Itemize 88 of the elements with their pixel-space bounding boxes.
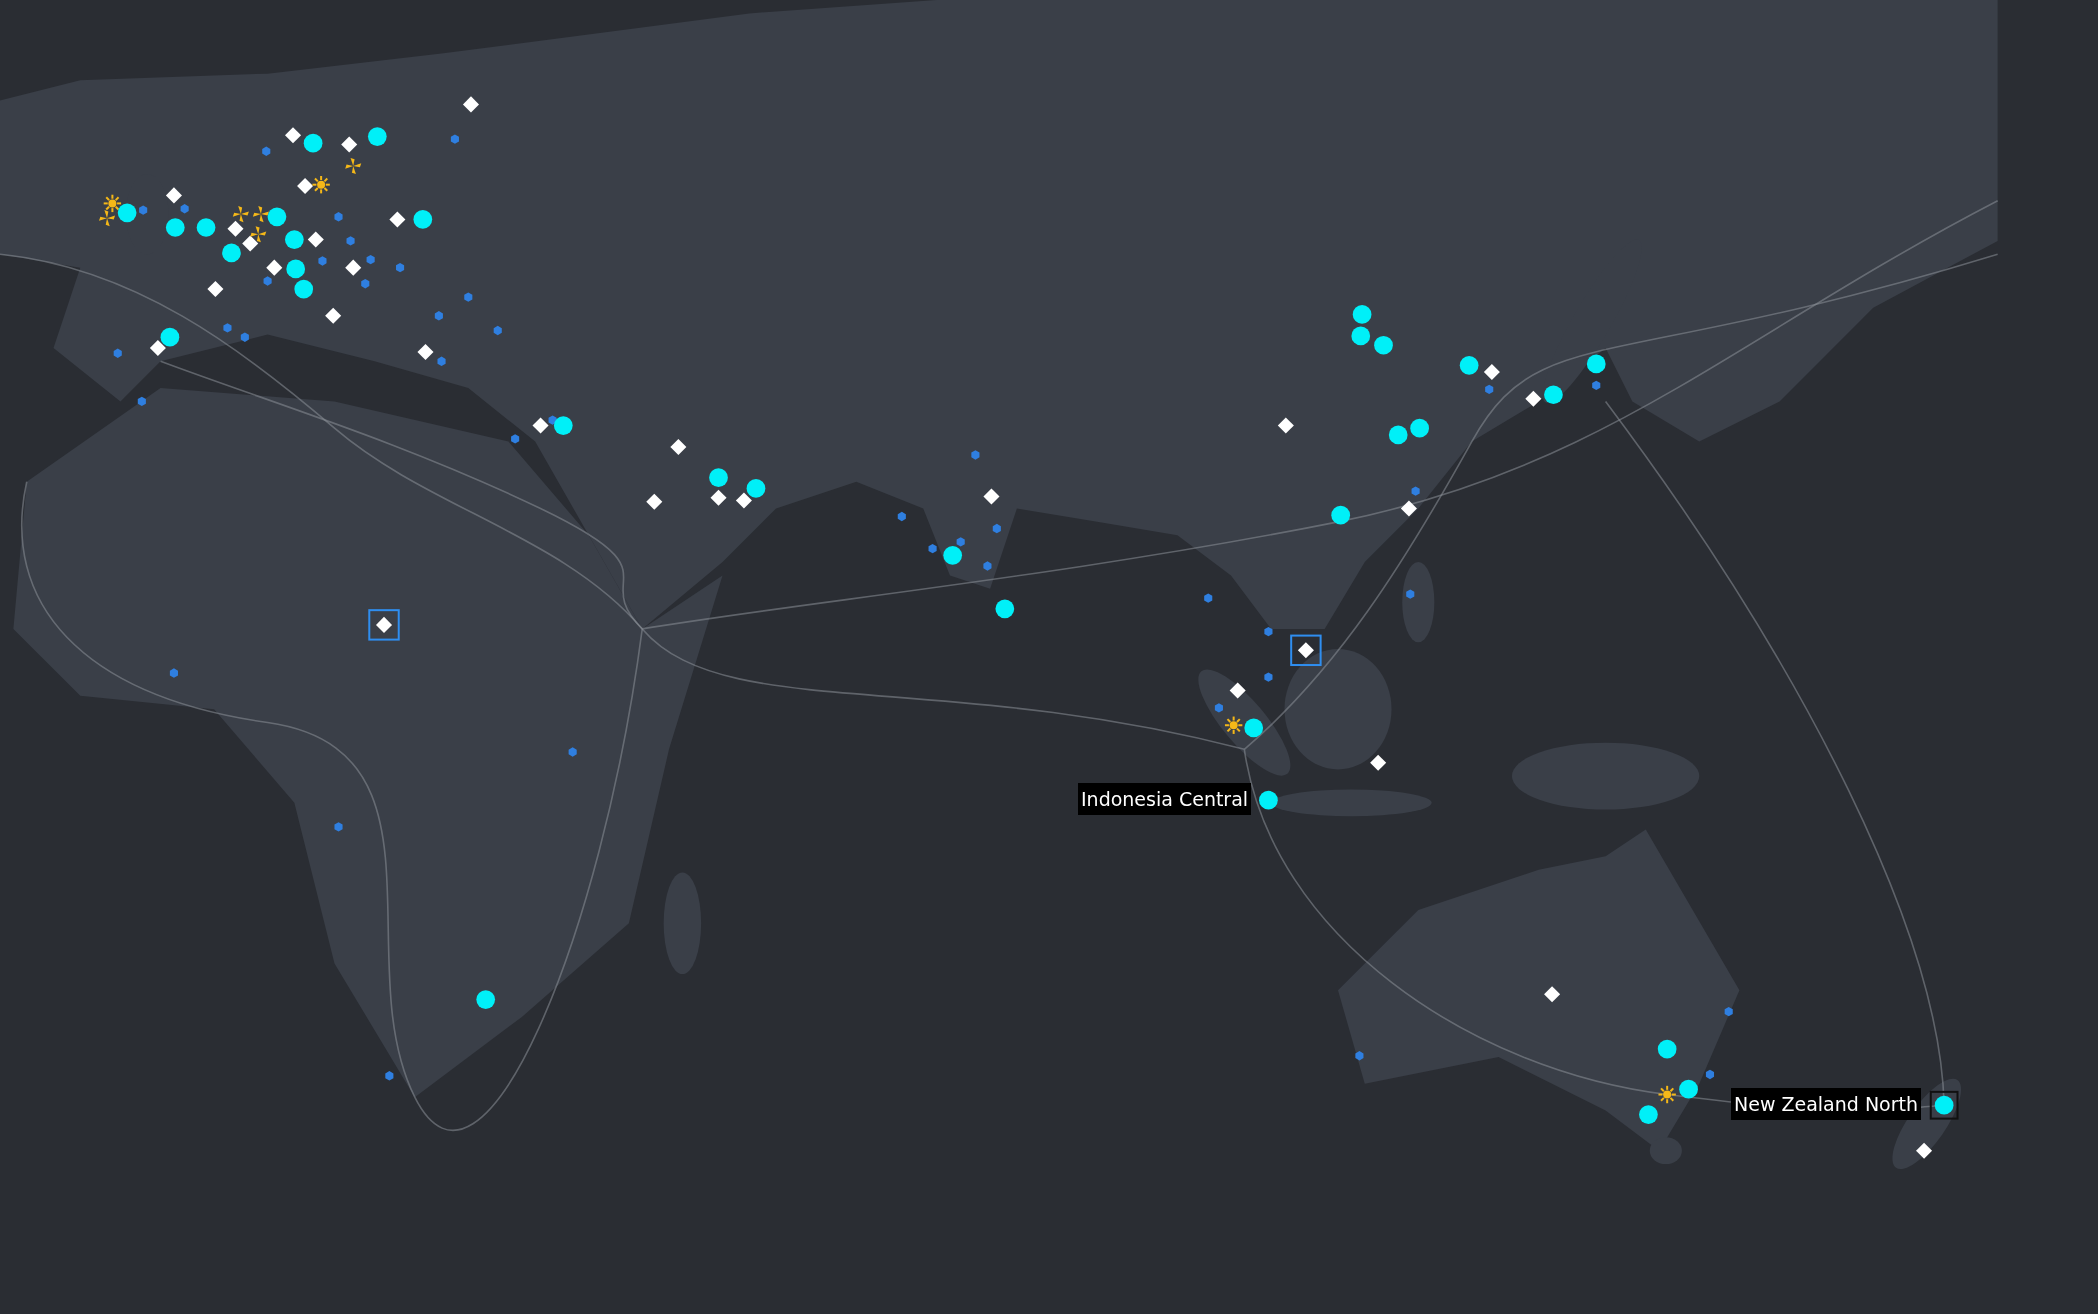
- diamond-icon[interactable]: [462, 96, 479, 113]
- sun-icon[interactable]: [1224, 716, 1243, 734]
- region-label: New Zealand North: [1731, 1088, 1922, 1120]
- region-marker-icon[interactable]: [1259, 790, 1278, 810]
- region-marker-icon[interactable]: [285, 230, 304, 249]
- hexagon-icon[interactable]: [897, 511, 906, 522]
- diamond-icon[interactable]: [532, 417, 549, 434]
- region-marker-icon[interactable]: [1586, 354, 1606, 374]
- region-marker-icon[interactable]: [1388, 425, 1408, 445]
- region-marker-icon[interactable]: [303, 133, 323, 153]
- hexagon-icon[interactable]: [1264, 672, 1273, 682]
- fan-icon[interactable]: [345, 157, 362, 174]
- sun-icon[interactable]: [312, 176, 330, 194]
- region-marker-icon[interactable]: [196, 218, 216, 237]
- sun-icon[interactable]: [103, 194, 122, 213]
- selection-frame[interactable]: [368, 609, 400, 641]
- region-marker-icon[interactable]: [943, 545, 963, 565]
- fan-icon[interactable]: [250, 226, 267, 243]
- region-marker-icon[interactable]: [709, 468, 728, 488]
- region-marker-icon[interactable]: [1374, 335, 1393, 355]
- selection-frame[interactable]: [1290, 634, 1322, 667]
- diamond-icon[interactable]: [227, 220, 244, 237]
- region-marker-icon[interactable]: [222, 243, 241, 263]
- region-marker-icon[interactable]: [1639, 1105, 1658, 1124]
- region-marker-icon[interactable]: [367, 127, 387, 146]
- fan-icon[interactable]: [99, 210, 116, 227]
- diamond-icon[interactable]: [710, 489, 727, 506]
- diamond-icon[interactable]: [389, 211, 406, 228]
- diamond-icon[interactable]: [983, 488, 1000, 505]
- diamond-icon[interactable]: [1483, 364, 1500, 381]
- diamond-icon[interactable]: [1229, 682, 1246, 699]
- diamond-icon[interactable]: [242, 235, 259, 252]
- region-marker-icon[interactable]: [995, 599, 1015, 619]
- region-label: Indonesia Central: [1078, 783, 1252, 815]
- region-marker-icon[interactable]: [553, 416, 573, 435]
- region-marker-icon[interactable]: [1331, 505, 1351, 525]
- hexagon-icon[interactable]: [385, 1071, 394, 1081]
- hexagon-icon[interactable]: [928, 543, 937, 554]
- diamond-icon[interactable]: [1525, 390, 1542, 407]
- hexagon-icon[interactable]: [137, 396, 146, 407]
- diamond-icon[interactable]: [417, 343, 434, 360]
- region-marker-icon[interactable]: [165, 218, 185, 237]
- diamond-icon[interactable]: [1277, 417, 1294, 434]
- diamond-icon[interactable]: [670, 438, 687, 455]
- region-marker-icon[interactable]: [1679, 1079, 1698, 1099]
- diamond-icon[interactable]: [149, 339, 166, 356]
- diamond-icon[interactable]: [165, 187, 182, 204]
- region-marker-icon[interactable]: [476, 990, 496, 1009]
- diamond-icon[interactable]: [1544, 986, 1561, 1003]
- diamond-icon[interactable]: [297, 178, 314, 195]
- region-marker-icon[interactable]: [1351, 326, 1371, 346]
- hexagon-icon[interactable]: [1204, 593, 1213, 603]
- region-marker-icon[interactable]: [413, 210, 433, 229]
- region-marker-icon[interactable]: [267, 207, 287, 227]
- diamond-icon[interactable]: [207, 281, 224, 298]
- diamond-icon[interactable]: [1400, 500, 1417, 517]
- region-marker-icon[interactable]: [1657, 1039, 1677, 1059]
- sun-icon[interactable]: [1658, 1085, 1676, 1104]
- region-marker-icon[interactable]: [117, 203, 137, 223]
- region-marker-icon[interactable]: [286, 259, 306, 279]
- diamond-icon[interactable]: [735, 492, 752, 509]
- region-marker-icon[interactable]: [746, 479, 766, 498]
- diamond-icon[interactable]: [266, 259, 283, 276]
- hexagon-icon[interactable]: [1705, 1069, 1715, 1080]
- fan-icon[interactable]: [252, 206, 269, 223]
- diamond-icon[interactable]: [307, 231, 324, 248]
- diamond-icon[interactable]: [1370, 754, 1387, 771]
- diamond-icon[interactable]: [285, 127, 302, 144]
- diamond-icon[interactable]: [345, 259, 362, 276]
- hexagon-icon[interactable]: [1724, 1006, 1733, 1017]
- diamond-icon[interactable]: [341, 136, 358, 153]
- hexagon-icon[interactable]: [511, 434, 520, 444]
- region-marker-icon[interactable]: [1352, 305, 1372, 324]
- region-marker-icon[interactable]: [160, 327, 180, 347]
- hexagon-icon[interactable]: [1592, 380, 1601, 391]
- region-marker-icon[interactable]: [294, 279, 314, 299]
- diamond-icon[interactable]: [376, 616, 393, 633]
- fan-icon[interactable]: [232, 206, 249, 223]
- region-marker-icon[interactable]: [1410, 418, 1429, 438]
- diamond-icon[interactable]: [646, 493, 663, 510]
- region-marker-icon[interactable]: [1244, 718, 1264, 738]
- region-marker-icon[interactable]: [1459, 355, 1479, 375]
- diamond-icon[interactable]: [1297, 642, 1314, 659]
- diamond-icon[interactable]: [325, 307, 342, 324]
- region-marker-icon[interactable]: [1544, 385, 1563, 405]
- hexagon-icon[interactable]: [1264, 626, 1273, 637]
- hexagon-icon[interactable]: [1355, 1051, 1364, 1061]
- diamond-icon[interactable]: [1916, 1142, 1933, 1159]
